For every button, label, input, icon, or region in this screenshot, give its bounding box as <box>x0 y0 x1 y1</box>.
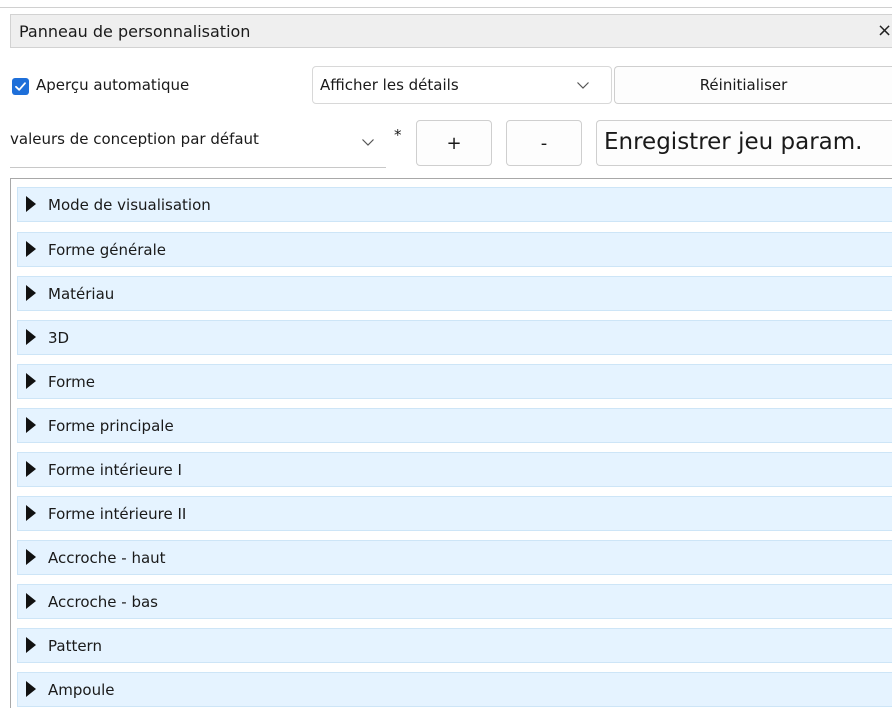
section-ampoule[interactable]: Ampoule <box>17 672 892 707</box>
preset-select-value: valeurs de conception par défaut <box>10 130 259 148</box>
remove-preset-button[interactable]: - <box>506 120 582 166</box>
panel-title-bar: Panneau de personnalisation × <box>10 14 892 48</box>
expand-arrow-icon[interactable] <box>26 681 36 697</box>
section-mode-de-visualisation[interactable]: Mode de visualisation <box>17 187 892 222</box>
expand-arrow-icon[interactable] <box>26 505 36 521</box>
expand-arrow-icon[interactable] <box>26 196 36 212</box>
section-label: Accroche - haut <box>48 549 166 567</box>
section-label: Accroche - bas <box>48 593 158 611</box>
details-select-value: Afficher les détails <box>320 76 459 94</box>
section-3d[interactable]: 3D <box>17 320 892 355</box>
section-forme-interieure-1[interactable]: Forme intérieure I <box>17 452 892 487</box>
checkmark-icon <box>15 82 26 91</box>
expand-arrow-icon[interactable] <box>26 373 36 389</box>
section-forme[interactable]: Forme <box>17 364 892 399</box>
section-accroche-haut[interactable]: Accroche - haut <box>17 540 892 575</box>
reset-button[interactable]: Réinitialiser <box>614 66 892 104</box>
modified-marker: * <box>394 126 402 144</box>
expand-arrow-icon[interactable] <box>26 329 36 345</box>
section-label: Matériau <box>48 285 115 303</box>
add-preset-button[interactable]: + <box>416 120 492 166</box>
section-label: 3D <box>48 329 70 347</box>
save-preset-button[interactable]: Enregistrer jeu param. <box>596 120 892 166</box>
section-label: Forme principale <box>48 417 174 435</box>
expand-arrow-icon[interactable] <box>26 637 36 653</box>
section-forme-interieure-2[interactable]: Forme intérieure II <box>17 496 892 531</box>
section-forme-generale[interactable]: Forme générale <box>17 232 892 267</box>
section-label: Ampoule <box>48 681 115 699</box>
expand-arrow-icon[interactable] <box>26 461 36 477</box>
panel-title: Panneau de personnalisation <box>19 21 251 41</box>
auto-preview-label[interactable]: Aperçu automatique <box>36 76 189 94</box>
section-materiau[interactable]: Matériau <box>17 276 892 311</box>
section-accroche-bas[interactable]: Accroche - bas <box>17 584 892 619</box>
preset-toolbar: valeurs de conception par défaut * + - E… <box>10 116 892 168</box>
auto-preview-checkbox[interactable] <box>12 78 29 95</box>
expand-arrow-icon[interactable] <box>26 285 36 301</box>
expand-arrow-icon[interactable] <box>26 593 36 609</box>
expand-arrow-icon[interactable] <box>26 549 36 565</box>
chevron-down-icon <box>577 82 589 89</box>
section-label: Forme intérieure II <box>48 505 187 523</box>
section-forme-principale[interactable]: Forme principale <box>17 408 892 443</box>
section-pattern[interactable]: Pattern <box>17 628 892 663</box>
section-label: Pattern <box>48 637 102 655</box>
close-icon[interactable]: × <box>877 21 892 41</box>
preview-toolbar: Aperçu automatique Afficher les détails … <box>10 64 892 104</box>
preset-select[interactable]: valeurs de conception par défaut <box>10 116 386 168</box>
sections-panel: Mode de visualisation Forme générale Mat… <box>10 178 892 708</box>
chevron-down-icon <box>362 139 374 146</box>
details-select[interactable]: Afficher les détails <box>312 66 612 104</box>
section-label: Forme <box>48 373 96 391</box>
expand-arrow-icon[interactable] <box>26 241 36 257</box>
section-label: Forme intérieure I <box>48 461 182 479</box>
save-preset-label: Enregistrer jeu param. <box>604 129 863 155</box>
window-top-edge <box>0 0 892 8</box>
expand-arrow-icon[interactable] <box>26 417 36 433</box>
section-label: Mode de visualisation <box>48 196 211 214</box>
section-label: Forme générale <box>48 241 167 259</box>
